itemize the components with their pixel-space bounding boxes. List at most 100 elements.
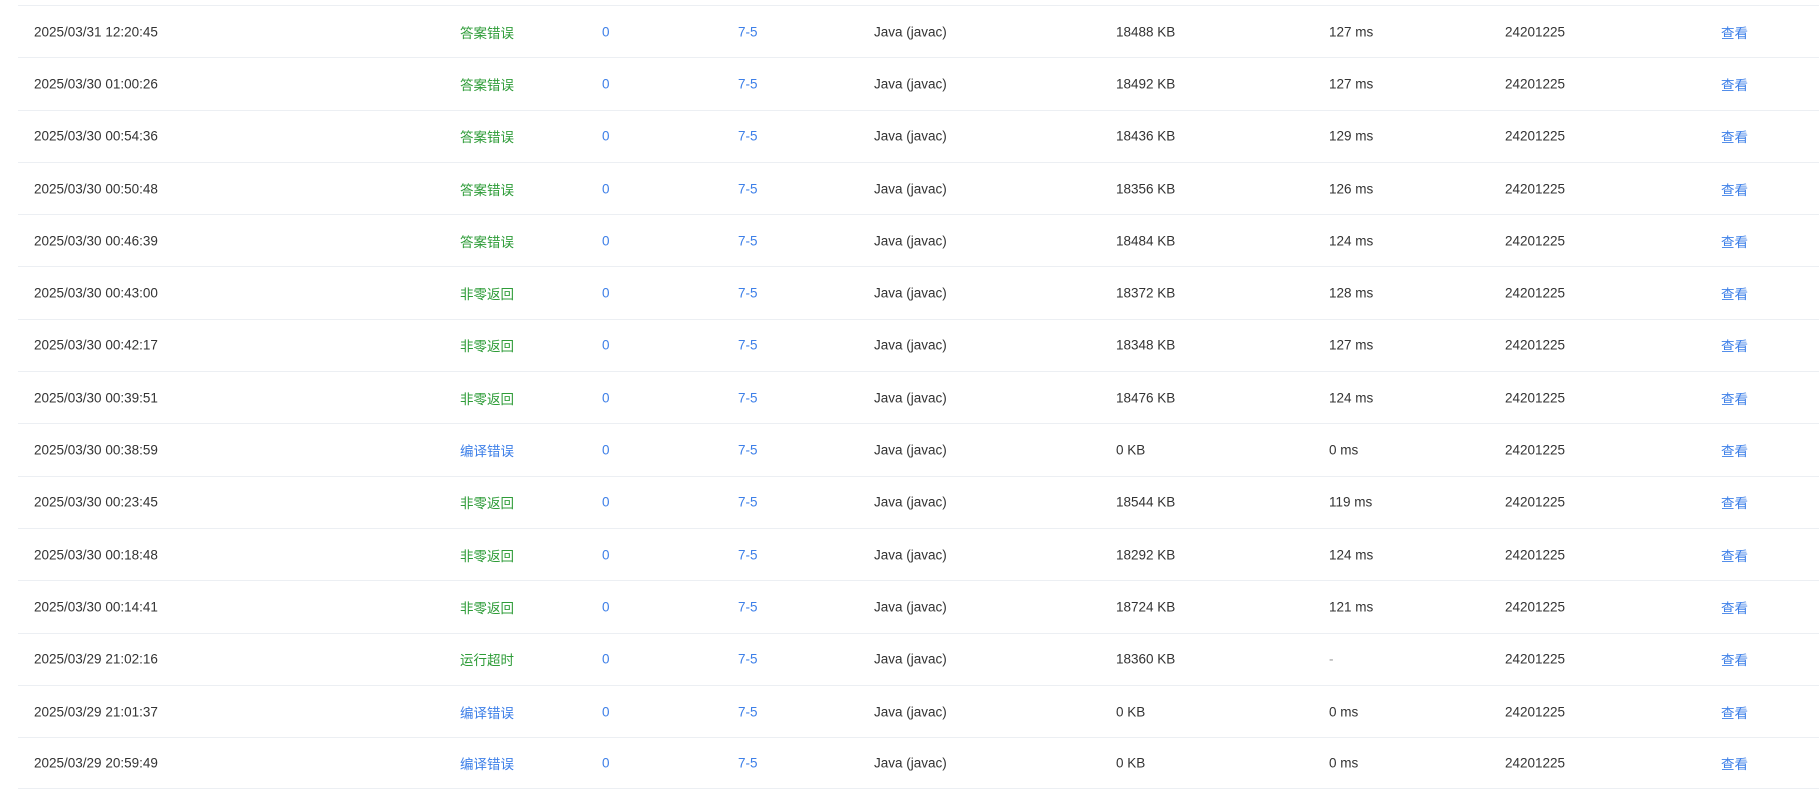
runtime-value: 0 ms [1329, 442, 1359, 458]
memory-value: 18488 KB [1116, 24, 1176, 40]
submit-time: 2025/03/30 00:54:36 [34, 128, 158, 144]
status-badge[interactable]: 运行超时 [460, 649, 514, 669]
score-link[interactable]: 0 [602, 547, 610, 562]
view-button[interactable]: 查看 [1721, 388, 1748, 408]
score-link[interactable]: 0 [602, 129, 610, 144]
status-badge[interactable]: 非零返回 [460, 335, 514, 355]
score-link[interactable]: 0 [602, 756, 610, 771]
score-link[interactable]: 0 [602, 599, 610, 614]
score-link[interactable]: 0 [602, 390, 610, 405]
problem-link[interactable]: 7-5 [738, 390, 758, 405]
submit-time: 2025/03/30 00:23:45 [34, 494, 158, 510]
runtime-value: 126 ms [1329, 181, 1374, 197]
runtime-value: 124 ms [1329, 547, 1374, 563]
view-button[interactable]: 查看 [1721, 283, 1748, 303]
runtime-value: 124 ms [1329, 233, 1374, 249]
problem-link[interactable]: 7-5 [738, 233, 758, 248]
submit-time: 2025/03/30 00:18:48 [34, 547, 158, 563]
memory-value: 18724 KB [1116, 599, 1176, 615]
submit-time: 2025/03/30 00:50:48 [34, 181, 158, 197]
score-link[interactable]: 0 [602, 24, 610, 39]
user-id: 24201225 [1505, 704, 1566, 719]
user-id: 24201225 [1505, 181, 1566, 197]
memory-value: 18356 KB [1116, 181, 1176, 197]
memory-value: 18348 KB [1116, 337, 1176, 353]
submissions-table: 2025/03/31 12:20:45 答案错误 0 7-5 Java (javac) 1… [18, 5, 1819, 790]
view-button[interactable]: 查看 [1721, 231, 1748, 251]
problem-link[interactable]: 7-5 [738, 24, 758, 39]
view-button[interactable]: 查看 [1721, 126, 1748, 146]
view-button[interactable]: 查看 [1721, 492, 1748, 512]
problem-link[interactable]: 7-5 [738, 338, 758, 353]
submit-time: 2025/03/29 21:02:16 [34, 651, 158, 667]
status-badge[interactable]: 非零返回 [460, 492, 514, 512]
score-link[interactable]: 0 [602, 652, 610, 667]
submit-time: 2025/03/29 20:59:49 [34, 755, 158, 771]
view-button[interactable]: 查看 [1721, 545, 1748, 565]
status-badge[interactable]: 编译错误 [460, 753, 514, 773]
score-link[interactable]: 0 [602, 704, 610, 719]
score-link[interactable]: 0 [602, 233, 610, 248]
runtime-value: 124 ms [1329, 390, 1374, 406]
view-button[interactable]: 查看 [1721, 702, 1748, 722]
problem-link[interactable]: 7-5 [738, 704, 758, 719]
view-button[interactable]: 查看 [1721, 649, 1748, 669]
language-label: Java (javac) [874, 442, 947, 458]
submit-time: 2025/03/30 01:00:26 [34, 76, 158, 92]
table-row: 2025/03/30 00:23:45 非零返回 0 7-5 Java (javac) 1… [18, 475, 1819, 528]
problem-link[interactable]: 7-5 [738, 129, 758, 144]
view-button[interactable]: 查看 [1721, 597, 1748, 617]
table-row: 2025/03/30 00:14:41 非零返回 0 7-5 Java (javac) 1… [18, 580, 1819, 632]
status-badge[interactable]: 编译错误 [460, 702, 514, 722]
status-badge[interactable]: 答案错误 [460, 126, 514, 146]
status-badge[interactable]: 非零返回 [460, 283, 514, 303]
problem-link[interactable]: 7-5 [738, 547, 758, 562]
score-link[interactable]: 0 [602, 338, 610, 353]
user-id: 24201225 [1505, 755, 1566, 771]
table-row: 2025/03/30 00:39:51 非零返回 0 7-5 Java (javac) 1… [18, 371, 1819, 423]
submit-time: 2025/03/30 00:42:17 [34, 337, 158, 353]
language-label: Java (javac) [874, 704, 947, 719]
language-label: Java (javac) [874, 337, 947, 353]
problem-link[interactable]: 7-5 [738, 495, 758, 510]
problem-link[interactable]: 7-5 [738, 652, 758, 667]
language-label: Java (javac) [874, 285, 947, 301]
status-badge[interactable]: 非零返回 [460, 388, 514, 408]
score-link[interactable]: 0 [602, 495, 610, 510]
runtime-value: 127 ms [1329, 24, 1374, 40]
view-button[interactable]: 查看 [1721, 22, 1748, 42]
user-id: 24201225 [1505, 547, 1566, 563]
language-label: Java (javac) [874, 390, 947, 406]
score-link[interactable]: 0 [602, 286, 610, 301]
runtime-value: - [1329, 651, 1334, 667]
status-badge[interactable]: 非零返回 [460, 597, 514, 617]
view-button[interactable]: 查看 [1721, 179, 1748, 199]
status-badge[interactable]: 答案错误 [460, 231, 514, 251]
status-badge[interactable]: 答案错误 [460, 74, 514, 94]
problem-link[interactable]: 7-5 [738, 286, 758, 301]
problem-link[interactable]: 7-5 [738, 756, 758, 771]
status-badge[interactable]: 非零返回 [460, 545, 514, 565]
runtime-value: 0 ms [1329, 704, 1359, 719]
view-button[interactable]: 查看 [1721, 753, 1748, 773]
memory-value: 0 KB [1116, 442, 1146, 458]
view-button[interactable]: 查看 [1721, 440, 1748, 460]
problem-link[interactable]: 7-5 [738, 181, 758, 196]
table-row: 2025/03/30 00:42:17 非零返回 0 7-5 Java (javac) 1… [18, 318, 1819, 371]
score-link[interactable]: 0 [602, 76, 610, 91]
score-link[interactable]: 0 [602, 181, 610, 196]
status-badge[interactable]: 答案错误 [460, 22, 514, 42]
problem-link[interactable]: 7-5 [738, 599, 758, 614]
language-label: Java (javac) [874, 233, 947, 249]
problem-link[interactable]: 7-5 [738, 443, 758, 458]
problem-link[interactable]: 7-5 [738, 76, 758, 91]
view-button[interactable]: 查看 [1721, 335, 1748, 355]
table-row: 2025/03/30 01:00:26 答案错误 0 7-5 Java (javac) 1… [18, 57, 1819, 109]
status-badge[interactable]: 答案错误 [460, 179, 514, 199]
view-button[interactable]: 查看 [1721, 74, 1748, 94]
language-label: Java (javac) [874, 24, 947, 40]
language-label: Java (javac) [874, 494, 947, 510]
status-badge[interactable]: 编译错误 [460, 440, 514, 460]
user-id: 24201225 [1505, 337, 1566, 353]
score-link[interactable]: 0 [602, 443, 610, 458]
